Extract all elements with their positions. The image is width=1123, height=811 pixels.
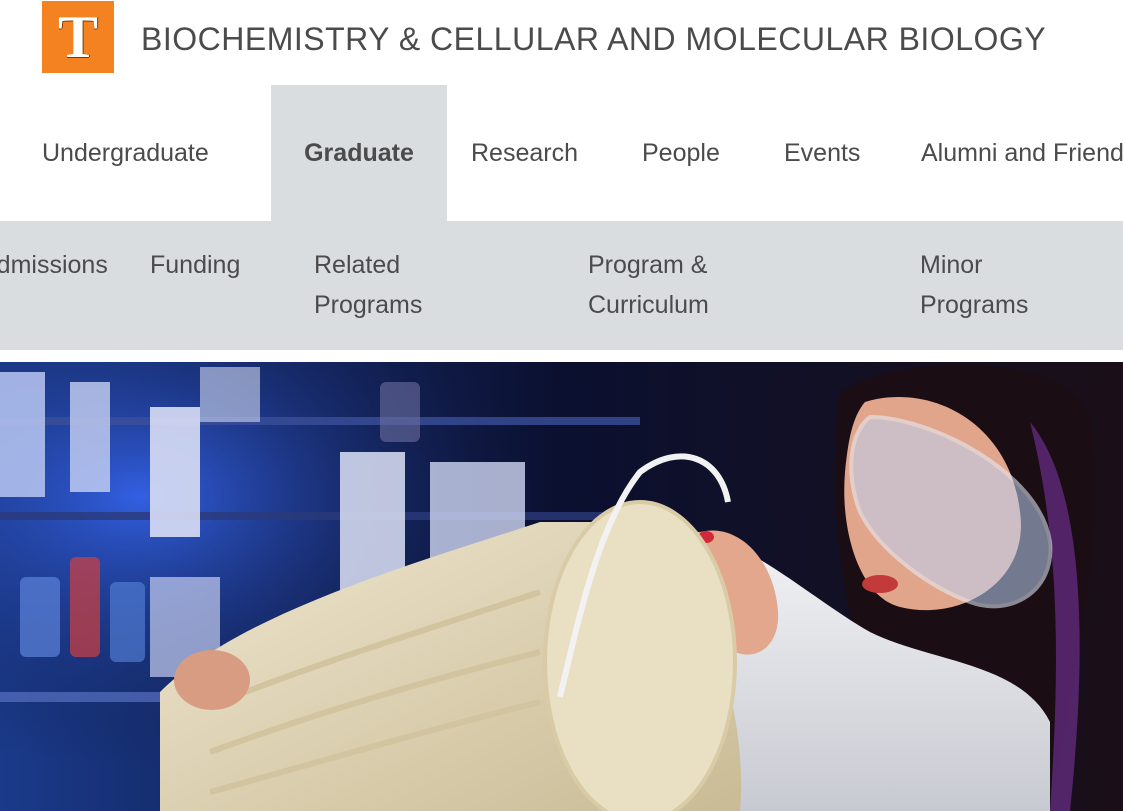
subnav-item-label: Minor Programs (920, 251, 1029, 319)
primary-nav: Undergraduate Graduate Research People E… (0, 85, 1123, 221)
nav-item-undergraduate[interactable]: Undergraduate (42, 85, 209, 221)
subnav-item-label: Program & Curriculum (588, 251, 709, 319)
lab-photo-illustration (0, 362, 1123, 811)
subnav-item-admissions[interactable]: Admissions (0, 245, 115, 285)
nav-item-label: Graduate (304, 138, 414, 167)
subnav-item-label: Admissions (0, 251, 108, 279)
nav-item-events[interactable]: Events (784, 85, 860, 221)
nav-item-research[interactable]: Research (471, 85, 578, 221)
site-title[interactable]: BIOCHEMISTRY & CELLULAR AND MOLECULAR BI… (141, 21, 1046, 58)
hero-image (0, 362, 1123, 811)
subnav-item-funding[interactable]: Funding (150, 245, 240, 285)
nav-item-alumni-and-friends[interactable]: Alumni and Friends (921, 85, 1123, 221)
subnav-item-label: Funding (150, 251, 241, 279)
nav-item-label: Undergraduate (42, 138, 209, 167)
subnav-item-label: Related Programs (314, 251, 423, 319)
site-header: T BIOCHEMISTRY & CELLULAR AND MOLECULAR … (0, 0, 1123, 85)
logo-letter: T (57, 4, 99, 70)
university-logo[interactable]: T (42, 1, 114, 73)
nav-item-label: People (642, 138, 720, 167)
nav-item-graduate[interactable]: Graduate (271, 85, 447, 221)
subnav-item-related-programs[interactable]: Related Programs (314, 245, 464, 325)
nav-item-people[interactable]: People (642, 85, 720, 221)
subnav-item-minor-programs[interactable]: Minor Programs (920, 245, 1070, 325)
nav-item-label: Events (784, 138, 861, 167)
nav-item-label: Alumni and Friends (921, 138, 1123, 167)
secondary-nav: Admissions Funding Related Programs Prog… (0, 221, 1123, 350)
nav-item-label: Research (471, 138, 578, 167)
subnav-item-program-curriculum[interactable]: Program & Curriculum (588, 245, 758, 325)
